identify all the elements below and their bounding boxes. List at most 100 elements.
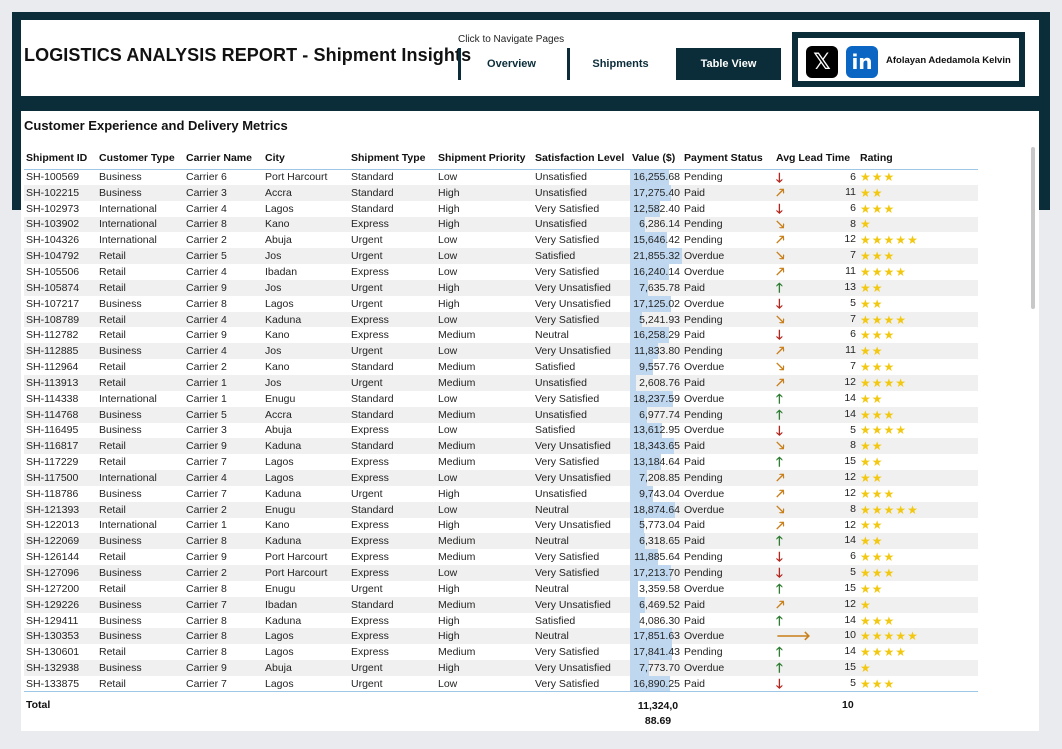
- col-customer-type-header[interactable]: Customer Type: [97, 148, 184, 169]
- col-satisfaction-level-cell: Unsatisfied: [533, 406, 630, 423]
- col-carrier-name-cell: Carrier 8: [184, 216, 263, 233]
- lead-time-value: 14: [844, 391, 856, 404]
- table-row[interactable]: SH-100569 Business Carrier 6 Port Harcourt S…: [24, 169, 978, 185]
- col-shipment-type-cell: Express: [351, 646, 389, 659]
- table-row[interactable]: SH-117229 Retail Carrier 7 Lagos Express Medi…: [24, 454, 978, 471]
- table-row[interactable]: SH-107217 Business Carrier 8 Lagos Urgent Hig…: [24, 295, 978, 312]
- col-avg-lead-time-cell: 🡖 7: [774, 359, 858, 375]
- col-shipment-priority-cell: Low: [436, 470, 533, 486]
- table-row[interactable]: SH-129226 Business Carrier 7 Ibadan Standard…: [24, 596, 978, 613]
- col-rating-header[interactable]: Rating: [858, 148, 978, 169]
- col-satisfaction-level-header[interactable]: Satisfaction Level: [533, 148, 630, 169]
- col-carrier-name-cell: Carrier 2: [186, 361, 227, 374]
- table-row[interactable]: SH-112782 Retail Carrier 9 Kano Express Mediu…: [24, 327, 978, 344]
- star-icon: ★: [883, 375, 896, 390]
- table-row[interactable]: SH-122069 Business Carrier 8 Kaduna Express M…: [24, 533, 978, 550]
- col-satisfaction-level-cell: Very Unsatisfied: [533, 438, 630, 455]
- table-row[interactable]: SH-127200 Retail Carrier 8 Enugu Urgent High N…: [24, 580, 978, 597]
- col-value-cell: 17,841.43: [630, 644, 682, 661]
- col-payment-status-cell: Paid: [684, 519, 706, 532]
- value-text: 17,841.43: [633, 646, 680, 659]
- linkedin-logo-icon[interactable]: in: [846, 46, 878, 78]
- table-row[interactable]: SH-104792 Retail Carrier 5 Jos Urgent Low Sati…: [24, 248, 978, 265]
- arrow-up-right-icon: 🡕: [776, 485, 785, 501]
- col-carrier-name-cell: Carrier 3: [186, 424, 227, 437]
- col-customer-type-cell: Business: [97, 184, 184, 201]
- col-satisfaction-level-cell: Unsatisfied: [535, 171, 587, 184]
- table-row[interactable]: SH-112964 Retail Carrier 2 Kano Standard Medi…: [24, 359, 978, 375]
- col-shipment-id-cell: SH-122069: [24, 533, 97, 550]
- col-avg-lead-time-cell: 🡕 11: [774, 264, 858, 280]
- table-row[interactable]: SH-108789 Retail Carrier 4 Kaduna Express Low…: [24, 311, 978, 328]
- table-row[interactable]: SH-103902 International Carrier 8 Kano Expre…: [24, 216, 978, 233]
- col-payment-status-cell: Overdue: [682, 628, 774, 645]
- star-icon: ★: [871, 518, 884, 533]
- col-shipment-priority-header[interactable]: Shipment Priority: [436, 148, 533, 169]
- col-shipment-type-header[interactable]: Shipment Type: [349, 148, 436, 169]
- col-shipment-type-cell: Express: [351, 614, 389, 627]
- table-row[interactable]: SH-117500 International Carrier 4 Lagos Expr…: [24, 470, 978, 486]
- col-city-header[interactable]: City: [263, 148, 349, 169]
- star-icon: ★: [871, 249, 884, 264]
- col-payment-status-cell: Overdue: [682, 660, 774, 676]
- nav-shipments-button[interactable]: Shipments: [567, 48, 671, 80]
- col-city-cell: Jos: [263, 279, 349, 296]
- star-icon: ★: [860, 170, 872, 185]
- x-logo-icon[interactable]: 𝕏: [806, 46, 838, 78]
- arrow-up-icon: 🡑: [776, 533, 783, 549]
- nav-table-view-button[interactable]: Table View: [676, 48, 781, 80]
- col-customer-type-cell: Business: [99, 487, 142, 500]
- col-customer-type-cell: Business: [97, 596, 184, 613]
- table-row[interactable]: SH-105874 Retail Carrier 9 Jos Urgent High Ver…: [24, 279, 978, 296]
- table-row[interactable]: SH-126144 Retail Carrier 9 Port Harcourt Exp…: [24, 549, 978, 566]
- table-row[interactable]: SH-116495 Business Carrier 3 Abuja Express Lo…: [24, 422, 978, 439]
- col-payment-status-cell: Pending: [682, 470, 774, 486]
- col-customer-type-cell: Business: [99, 171, 142, 184]
- table-row[interactable]: SH-129411 Business Carrier 8 Kaduna Express H…: [24, 612, 978, 629]
- col-avg-lead-time-header[interactable]: Avg Lead Time: [774, 148, 858, 169]
- table-row[interactable]: SH-102215 Business Carrier 3 Accra Standard H…: [24, 184, 978, 201]
- arrow-up-right-icon: 🡕: [776, 184, 785, 200]
- table-row[interactable]: SH-116817 Retail Carrier 9 Kaduna Standard Me…: [24, 438, 978, 455]
- col-shipment-id-cell: SH-121393: [24, 501, 97, 518]
- lead-time-value: 6: [850, 170, 856, 183]
- table-row[interactable]: SH-132938 Business Carrier 9 Abuja Urgent Hig…: [24, 660, 978, 676]
- col-avg-lead-time-cell: 🡕 12: [774, 518, 858, 534]
- table-row[interactable]: SH-122013 International Carrier 1 Kano Expre…: [24, 517, 978, 534]
- col-avg-lead-time-cell: 🡕 12: [774, 374, 858, 391]
- col-shipment-type-cell: Urgent: [349, 343, 436, 360]
- col-shipment-priority-cell: Medium: [438, 329, 476, 342]
- table-row[interactable]: SH-130353 Business Carrier 8 Lagos Express Hi…: [24, 628, 978, 645]
- star-icon: ★: [860, 486, 872, 501]
- table-row[interactable]: SH-130601 Retail Carrier 8 Lagos Express Medi…: [24, 644, 978, 661]
- table-row[interactable]: SH-114768 Business Carrier 5 Accra Standard M…: [24, 406, 978, 423]
- nav-overview-button[interactable]: Overview: [458, 48, 562, 80]
- col-city-cell: Kaduna: [263, 311, 349, 328]
- col-shipment-id-header[interactable]: Shipment ID: [24, 148, 97, 169]
- table-row[interactable]: SH-102973 International Carrier 4 Lagos Stan…: [24, 200, 978, 217]
- table-row[interactable]: SH-118786 Business Carrier 7 Kaduna Urgent Hi…: [24, 485, 978, 502]
- table-row[interactable]: SH-112885 Business Carrier 4 Jos Urgent Low Ve…: [24, 343, 978, 360]
- col-shipment-id-cell: SH-114768: [24, 406, 97, 423]
- col-value-header[interactable]: Value ($): [630, 148, 682, 169]
- col-carrier-name-cell: Carrier 8: [186, 614, 227, 627]
- table-row[interactable]: SH-121393 Retail Carrier 2 Enugu Standard Low…: [24, 501, 978, 518]
- table-row[interactable]: SH-127096 Business Carrier 2 Port Harcourt E…: [24, 565, 978, 581]
- col-rating-cell: ★★: [858, 518, 978, 534]
- col-shipment-priority-cell: Medium: [436, 406, 533, 423]
- col-shipment-priority-cell: Low: [438, 265, 458, 278]
- table-row[interactable]: SH-105506 Retail Carrier 4 Ibadan Express Low…: [24, 264, 978, 280]
- vertical-scrollbar[interactable]: [1031, 147, 1035, 309]
- table-row[interactable]: SH-133875 Retail Carrier 7 Lagos Urgent Low Ve…: [24, 676, 978, 692]
- table-row[interactable]: SH-114338 International Carrier 1 Enugu Stan…: [24, 390, 978, 407]
- col-carrier-name-header[interactable]: Carrier Name: [184, 148, 263, 169]
- col-shipment-priority-cell: Low: [438, 424, 458, 437]
- lead-time-value: 14: [844, 645, 856, 658]
- table-row[interactable]: SH-104326 International Carrier 2 Abuja Urge…: [24, 232, 978, 249]
- value-text: 18,237.59: [633, 392, 680, 405]
- star-icon: ★: [907, 502, 919, 517]
- table-row[interactable]: SH-113913 Retail Carrier 1 Jos Urgent Medium U…: [24, 374, 978, 391]
- star-icon: ★: [860, 375, 872, 390]
- lead-time-value: 8: [850, 217, 856, 230]
- col-payment-status-header[interactable]: Payment Status: [682, 148, 774, 169]
